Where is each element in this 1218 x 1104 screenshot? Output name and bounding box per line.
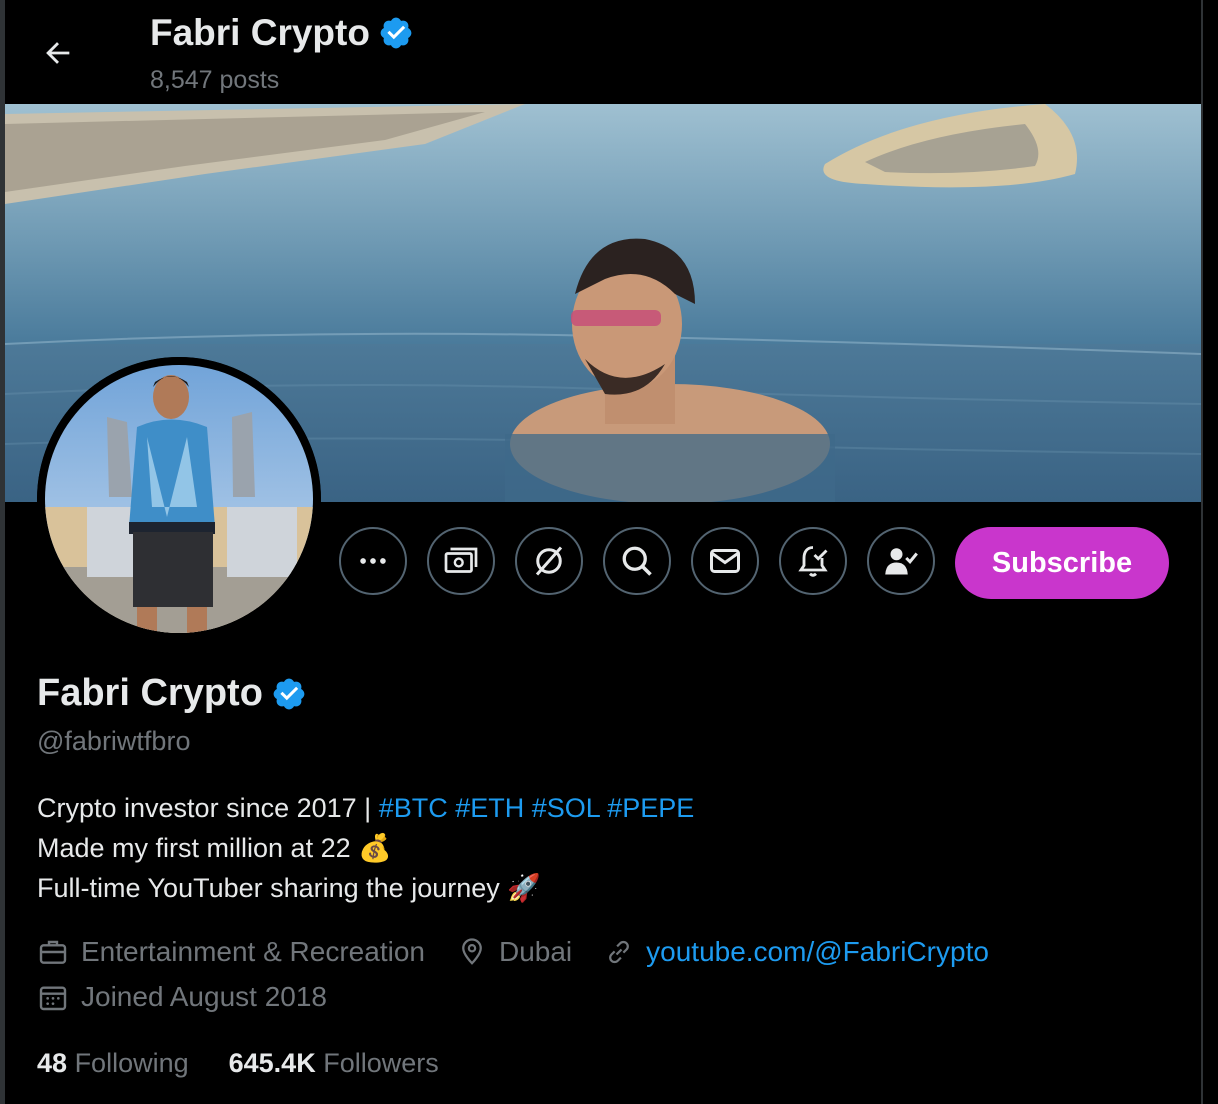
bio-hashtags[interactable]: #BTC #ETH #SOL #PEPE xyxy=(379,793,695,823)
message-icon xyxy=(710,549,740,573)
location-pin-icon xyxy=(462,938,482,965)
profile-bio: Crypto investor since 2017 | #BTC #ETH #… xyxy=(37,788,694,908)
header-title: Fabri Crypto xyxy=(150,12,414,54)
money-icon xyxy=(444,547,478,573)
calendar-icon xyxy=(39,986,67,1011)
followers-link[interactable]: 645.4K Followers xyxy=(229,1048,439,1079)
joined-row: Joined August 2018 xyxy=(37,981,359,1013)
following-button[interactable] xyxy=(867,527,935,595)
avatar-image xyxy=(37,357,321,641)
following-link[interactable]: 48 Following xyxy=(37,1048,189,1079)
follow-stats: 48 Following 645.4K Followers xyxy=(37,1048,439,1079)
bio-text: Crypto investor since 2017 | xyxy=(37,793,379,823)
tip-button[interactable] xyxy=(427,527,495,595)
post-count: 8,547 posts xyxy=(150,66,280,94)
search-icon xyxy=(622,546,652,576)
followers-label: Followers xyxy=(323,1048,439,1078)
back-arrow-icon xyxy=(46,42,70,64)
category-item: Entertainment & Recreation xyxy=(37,936,425,968)
verified-badge-icon[interactable] xyxy=(271,676,307,712)
profile-avatar[interactable] xyxy=(37,357,321,641)
profile-name: Fabri Crypto xyxy=(37,672,263,714)
user-check-icon xyxy=(885,548,918,575)
website-item[interactable]: youtube.com/@FabriCrypto xyxy=(604,936,989,968)
link-icon xyxy=(609,940,630,964)
category-text: Entertainment & Recreation xyxy=(81,936,425,967)
briefcase-icon xyxy=(39,940,67,964)
verified-badge-icon xyxy=(380,17,412,49)
search-button[interactable] xyxy=(603,527,671,595)
grok-icon xyxy=(535,546,563,576)
notifications-button[interactable] xyxy=(779,527,847,595)
following-label: Following xyxy=(74,1048,189,1078)
bio-line-1: Crypto investor since 2017 | #BTC #ETH #… xyxy=(37,788,694,828)
header-name: Fabri Crypto xyxy=(150,12,370,53)
profile-meta-row: Entertainment & Recreation Dubai youtube… xyxy=(37,936,1021,968)
subscribe-button[interactable]: Subscribe xyxy=(955,527,1169,599)
profile-name-row: Fabri Crypto xyxy=(37,672,307,715)
grok-button[interactable] xyxy=(515,527,583,595)
more-icon xyxy=(360,558,386,564)
followers-count: 645.4K xyxy=(228,1048,316,1078)
notification-bell-icon xyxy=(798,546,828,577)
profile-handle: @fabriwtfbro xyxy=(37,726,191,756)
following-count: 48 xyxy=(37,1048,68,1078)
website-link[interactable]: youtube.com/@FabriCrypto xyxy=(646,936,989,968)
joined-item: Joined August 2018 xyxy=(37,981,327,1013)
location-item: Dubai xyxy=(457,936,572,968)
more-button[interactable] xyxy=(339,527,407,595)
joined-text: Joined August 2018 xyxy=(81,981,327,1012)
bio-line-3: Full-time YouTuber sharing the journey 🚀 xyxy=(37,873,541,903)
bio-line-2: Made my first million at 22 💰 xyxy=(37,833,392,863)
back-button[interactable] xyxy=(35,30,81,76)
profile-header: Fabri Crypto 8,547 posts xyxy=(5,0,1201,104)
location-text: Dubai xyxy=(498,936,573,967)
window-frame-right xyxy=(1201,0,1203,1104)
message-button[interactable] xyxy=(691,527,759,595)
